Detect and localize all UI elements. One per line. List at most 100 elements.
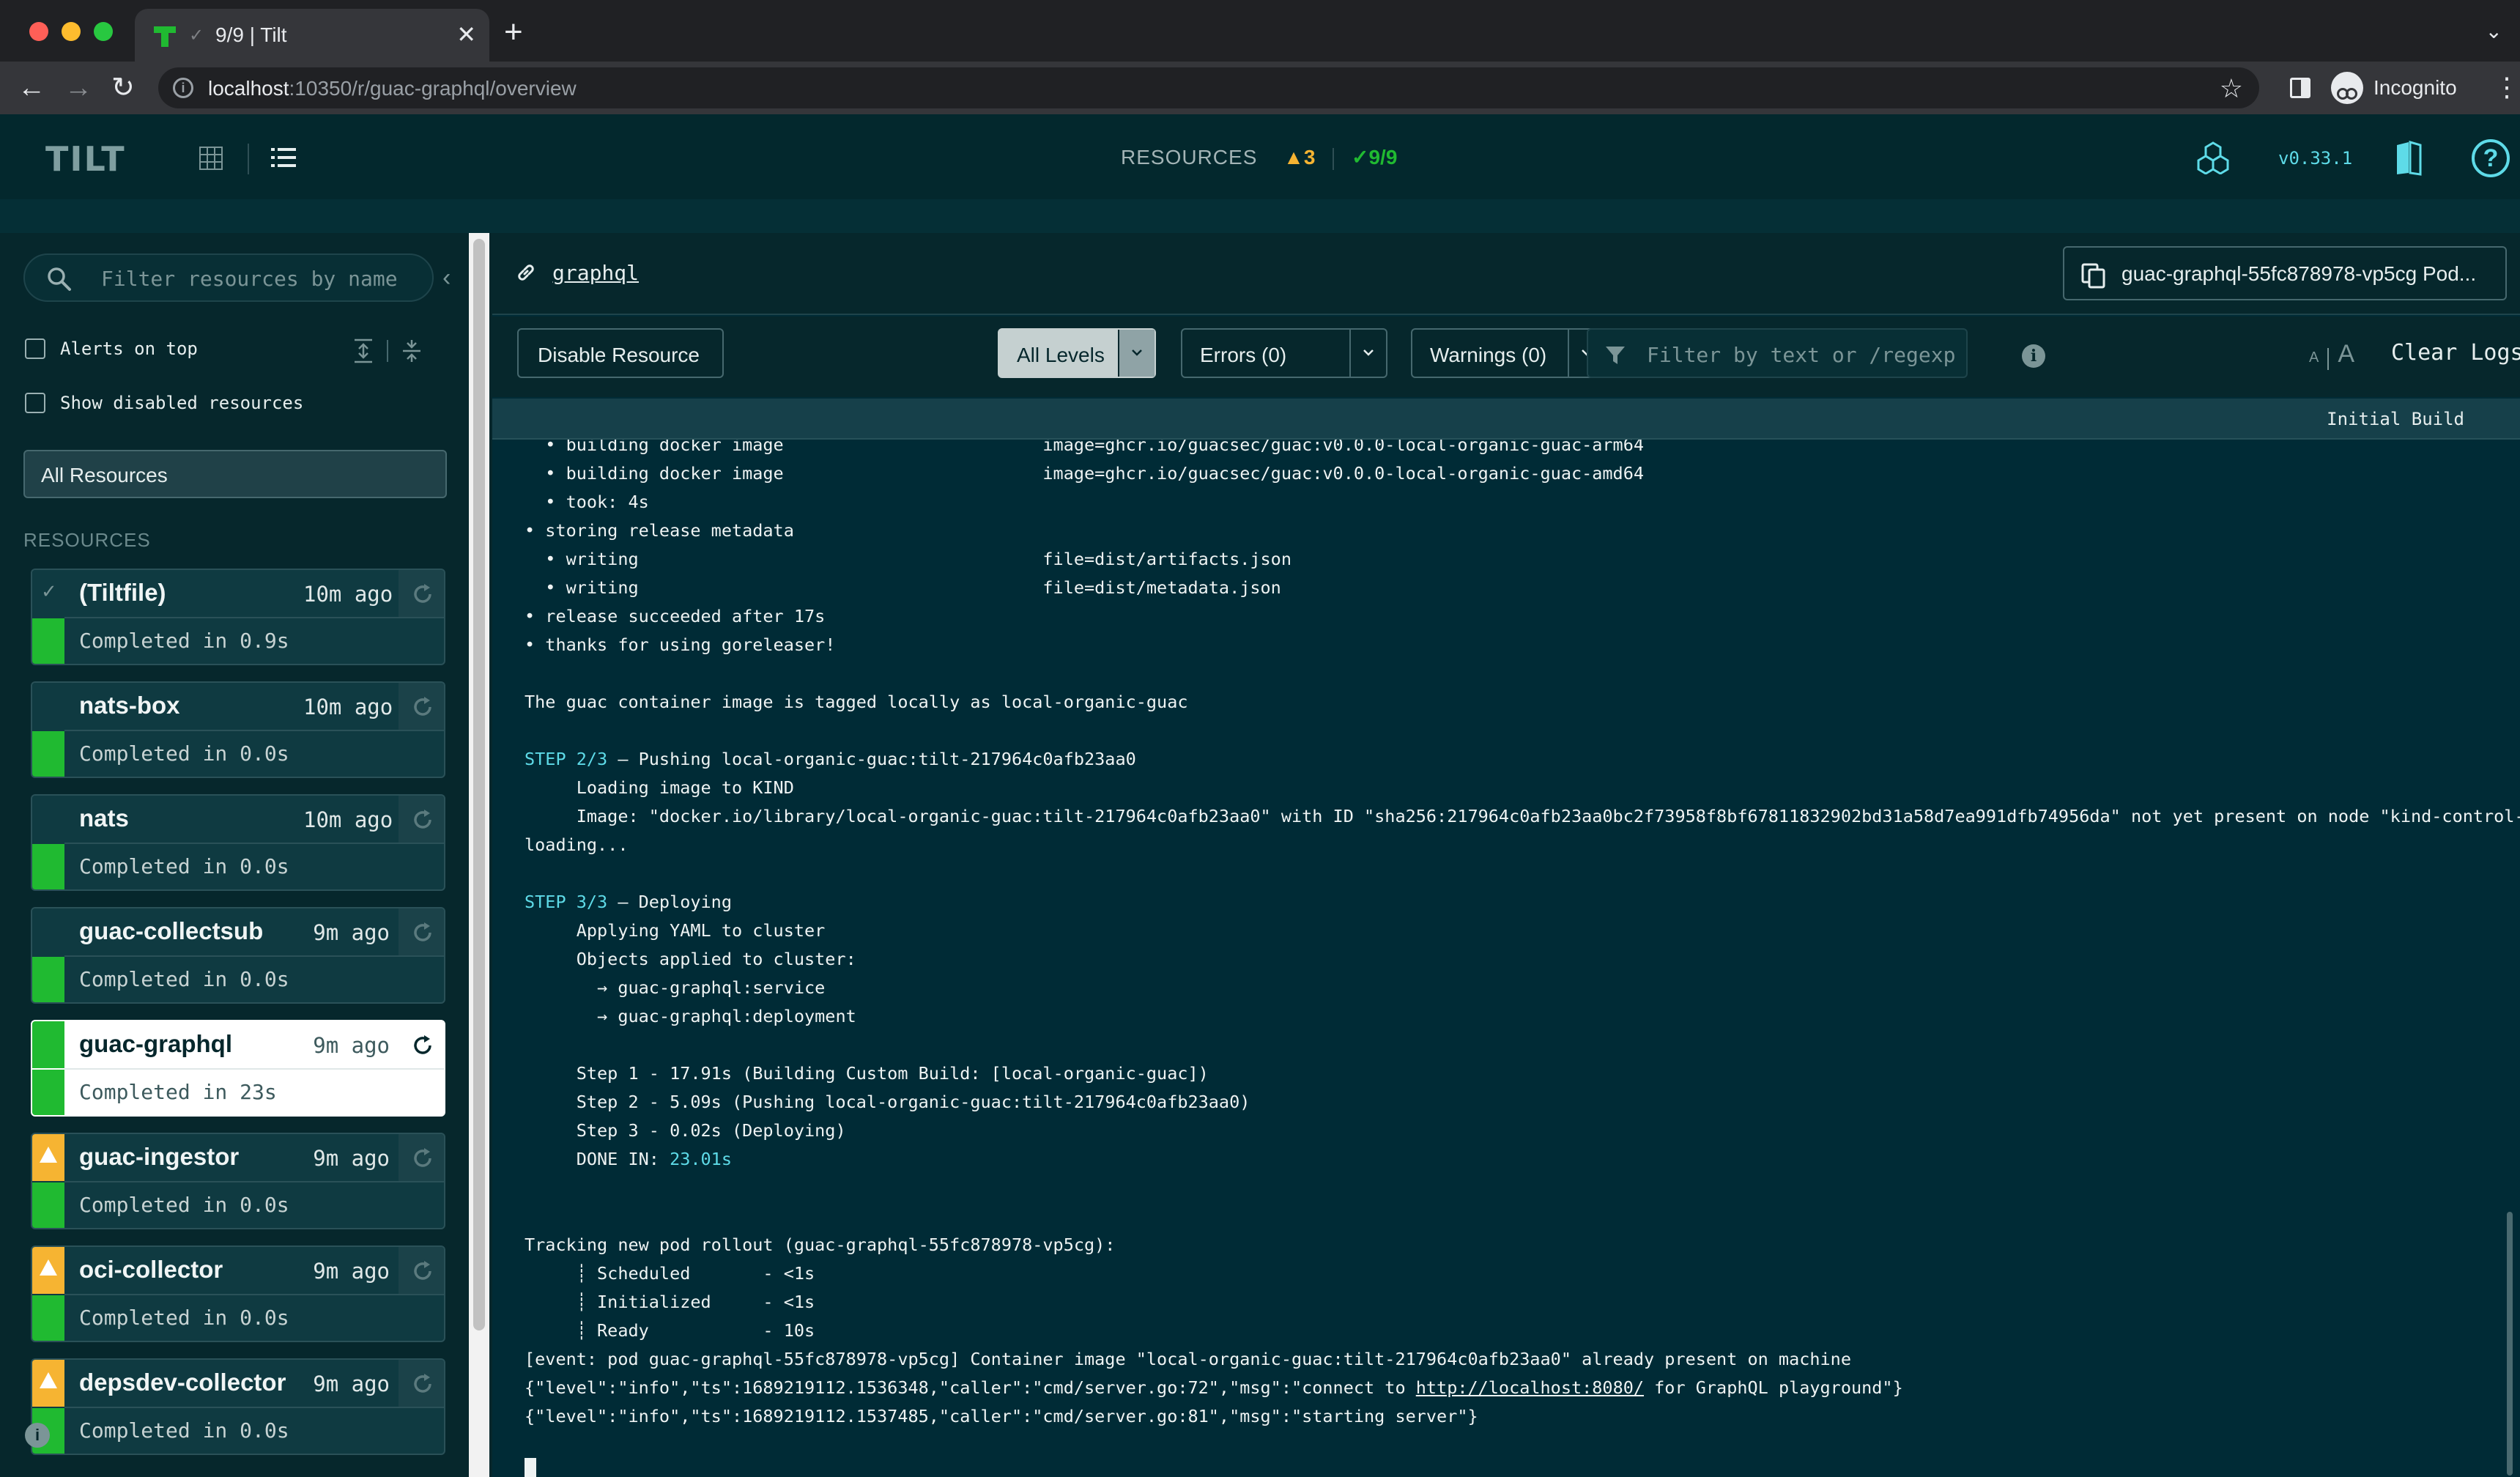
resource-card[interactable]: nats 10m ago Completed in 0.0s xyxy=(31,794,445,891)
all-resources-button[interactable]: All Resources xyxy=(23,450,447,498)
log-line: DONE IN: 23.01s xyxy=(525,1145,732,1174)
sidebar-scroll-thumb[interactable] xyxy=(473,239,485,1330)
tab-close-icon[interactable]: ✕ xyxy=(456,21,476,48)
log-filter[interactable] xyxy=(1587,328,1968,378)
side-panel-icon[interactable] xyxy=(2290,78,2310,98)
trigger-update-button[interactable] xyxy=(399,796,444,843)
endpoint-link[interactable]: graphql xyxy=(552,261,639,285)
resource-card[interactable]: nats-box 10m ago Completed in 0.0s xyxy=(31,681,445,778)
log-toolbar: Disable Resource All Levels Errors (0) W… xyxy=(492,316,2520,397)
resource-card[interactable]: guac-graphql 9m ago Completed in 23s xyxy=(31,1020,445,1117)
resource-name: (Tiltfile) xyxy=(79,579,166,606)
tilt-logo[interactable]: TILT xyxy=(45,139,126,179)
trigger-update-button[interactable] xyxy=(399,1360,444,1407)
new-tab-button[interactable]: + xyxy=(504,16,523,48)
errors-chevron-icon[interactable] xyxy=(1349,330,1386,377)
collapse-all-icon[interactable] xyxy=(401,338,422,363)
log-line: STEP 2/3 — Pushing local-organic-guac:ti… xyxy=(525,745,1136,774)
resource-card[interactable]: guac-ingestor 9m ago Completed in 0.0s xyxy=(31,1133,445,1229)
resource-build-status: Completed in 23s xyxy=(79,1080,277,1104)
copy-icon xyxy=(2081,263,2105,289)
list-view-icon[interactable] xyxy=(271,147,296,169)
close-window-button[interactable] xyxy=(29,22,48,41)
resource-build-status: Completed in 0.0s xyxy=(79,1418,289,1443)
sidebar-scrollbar[interactable] xyxy=(469,233,489,1477)
trigger-update-button[interactable] xyxy=(399,683,444,730)
reload-icon[interactable]: ↻ xyxy=(111,72,135,104)
search-icon xyxy=(48,267,71,291)
incognito-icon[interactable] xyxy=(2331,72,2363,104)
incognito-label[interactable]: Incognito xyxy=(2373,76,2457,100)
warnings-filter-button[interactable]: Warnings (0) xyxy=(1411,328,1606,378)
forward-arrow-icon[interactable]: → xyxy=(64,72,92,104)
ok-count[interactable]: ✓9/9 xyxy=(1352,146,1397,169)
log-url-link[interactable]: http://localhost:8080/ xyxy=(1416,1377,1644,1398)
clear-logs-button[interactable]: Clear Logs xyxy=(2391,340,2520,366)
refresh-icon xyxy=(414,1035,431,1054)
refresh-icon xyxy=(414,810,431,829)
copy-pod-id-button[interactable]: guac-graphql-55fc878978-vp5cg Pod... xyxy=(2063,246,2507,300)
back-arrow-icon[interactable]: ← xyxy=(18,72,45,104)
log-filter-input[interactable] xyxy=(1647,340,1954,369)
all-levels-chevron-icon[interactable] xyxy=(1118,330,1155,377)
tab-search-chevron-icon[interactable]: ⌄ xyxy=(2486,19,2502,43)
url-omnibox[interactable]: i localhost:10350/r/guac-graphql/overvie… xyxy=(158,67,2259,108)
log-text: Loading image to KIND xyxy=(525,777,794,798)
resource-card[interactable]: ✓ (Tiltfile) 10m ago Completed in 0.9s xyxy=(31,569,445,665)
url-text[interactable]: localhost:10350/r/guac-graphql/overview xyxy=(208,77,577,100)
trigger-update-button[interactable] xyxy=(399,908,444,955)
log-line: {"level":"info","ts":1689219112.1536348,… xyxy=(525,1374,1903,1402)
warning-count[interactable]: ▲3 xyxy=(1283,146,1315,169)
zoom-window-button[interactable] xyxy=(94,22,113,41)
log-line: Objects applied to cluster: xyxy=(525,945,856,974)
browser-menu-icon[interactable]: ⋮ xyxy=(2494,72,2520,103)
log-step-label: STEP 3/3 xyxy=(525,892,608,912)
trigger-update-button[interactable] xyxy=(399,570,444,617)
sidebar-info-icon[interactable]: i xyxy=(25,1423,50,1448)
disable-resource-button[interactable]: Disable Resource xyxy=(517,328,724,378)
trigger-update-button[interactable] xyxy=(399,1021,444,1068)
browser-tab-tilt[interactable]: ✓ 9/9 | Tilt ✕ xyxy=(135,9,489,62)
log-text: Objects applied to cluster: xyxy=(525,949,856,969)
resource-filter-input[interactable] xyxy=(101,264,423,293)
resource-card[interactable]: depsdev-collector 9m ago Completed in 0.0s xyxy=(31,1358,445,1455)
tilt-version[interactable]: v0.33.1 xyxy=(2278,148,2352,169)
log-text: ┊ Scheduled - <1s xyxy=(525,1263,815,1284)
font-increase-button[interactable]: A xyxy=(2338,340,2354,368)
font-decrease-button[interactable]: A xyxy=(2309,349,2319,366)
resource-name: nats xyxy=(79,804,129,832)
docs-book-icon[interactable] xyxy=(2394,141,2423,176)
resource-card[interactable]: guac-collectsub 9m ago Completed in 0.0s xyxy=(31,907,445,1004)
all-levels-button[interactable]: All Levels xyxy=(998,328,1156,378)
log-text: ┊ Initialized - <1s xyxy=(525,1292,815,1312)
trigger-update-button[interactable] xyxy=(399,1134,444,1181)
resource-filter[interactable] xyxy=(23,253,434,302)
cluster-status-icon[interactable] xyxy=(2196,141,2230,174)
log-text: • thanks for using goreleaser! xyxy=(525,634,836,655)
resource-last-update: 9m ago xyxy=(313,1033,390,1058)
bookmark-star-icon[interactable]: ☆ xyxy=(2220,73,2243,104)
errors-filter-button[interactable]: Errors (0) xyxy=(1181,328,1387,378)
trigger-update-button[interactable] xyxy=(399,1247,444,1294)
minimize-window-button[interactable] xyxy=(62,22,81,41)
log-scrollbar[interactable] xyxy=(2507,1212,2513,1476)
resource-name: guac-graphql xyxy=(79,1030,233,1057)
expand-all-icon[interactable] xyxy=(353,338,374,363)
show-disabled-checkbox[interactable] xyxy=(25,393,45,413)
show-disabled-label: Show disabled resources xyxy=(60,393,304,413)
site-info-icon[interactable]: i xyxy=(173,78,193,98)
refresh-icon xyxy=(414,1148,431,1167)
log-line: loading... xyxy=(525,831,628,859)
grid-view-icon[interactable] xyxy=(199,147,223,170)
collapse-sidebar-chevron-icon[interactable]: ‹ xyxy=(442,265,457,290)
alerts-on-top-toggle[interactable]: Alerts on top xyxy=(25,338,198,363)
filter-help-info-icon[interactable]: i xyxy=(2022,344,2045,368)
log-pane[interactable]: • building docker image image=ghcr.io/gu… xyxy=(492,440,2520,1477)
show-disabled-toggle[interactable]: Show disabled resources xyxy=(25,393,303,418)
resource-card[interactable]: oci-collector 9m ago Completed in 0.0s xyxy=(31,1245,445,1342)
help-icon[interactable]: ? xyxy=(2472,139,2510,177)
log-text: Applying YAML to cluster xyxy=(525,920,826,941)
log-line: • writing file=dist/artifacts.json xyxy=(525,545,1292,574)
log-text: Image: "docker.io/library/local-organic-… xyxy=(525,806,2520,826)
alerts-on-top-checkbox[interactable] xyxy=(25,338,45,359)
